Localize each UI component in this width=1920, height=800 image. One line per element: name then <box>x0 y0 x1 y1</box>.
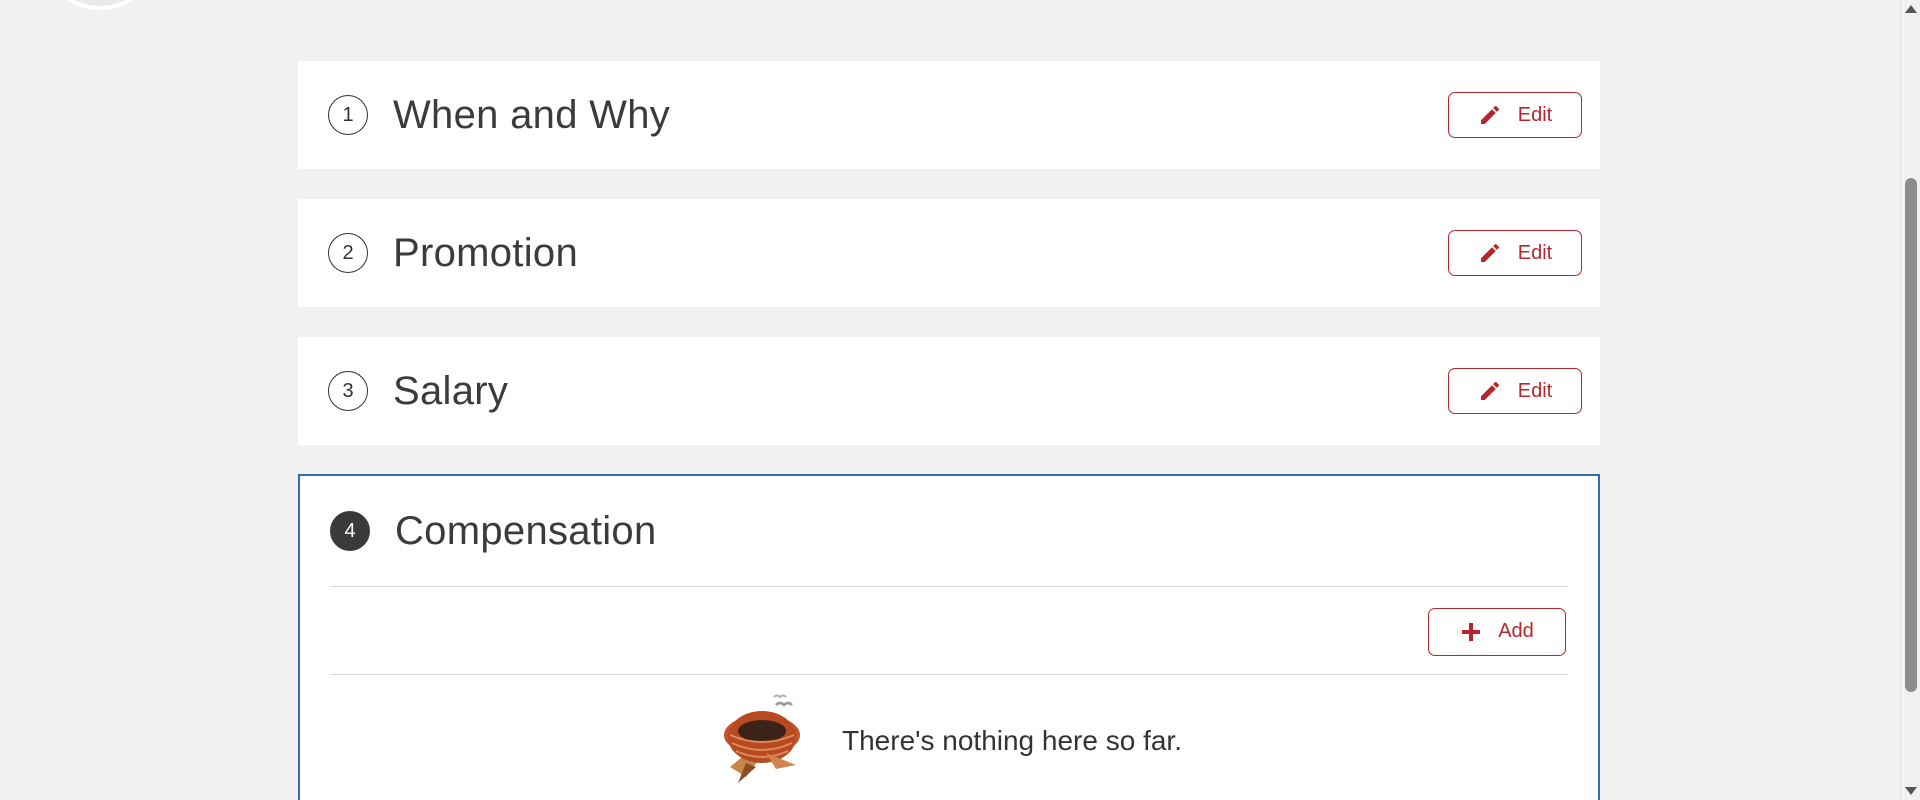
plus-icon <box>1460 621 1482 643</box>
edit-button-label: Edit <box>1517 379 1553 402</box>
section-compensation: 4 Compensation Add There's nothing here … <box>298 474 1600 800</box>
scroll-up-arrow-icon[interactable] <box>1905 5 1917 13</box>
divider <box>330 674 1568 675</box>
add-button-label: Add <box>1498 620 1534 642</box>
section-header: 4 Compensation <box>300 476 1598 586</box>
compensation-toolbar: Add <box>330 589 1568 674</box>
scroll-thumb[interactable] <box>1905 178 1917 692</box>
section-promotion: 2 Promotion Edit <box>298 199 1600 307</box>
section-header: 1 When and Why Edit <box>298 61 1600 169</box>
pencil-icon <box>1478 103 1502 127</box>
step-number: 4 <box>330 511 370 551</box>
scroll-down-arrow-icon[interactable] <box>1905 787 1917 795</box>
step-number: 2 <box>328 233 368 273</box>
empty-nest-icon <box>716 691 812 792</box>
pencil-icon <box>1478 241 1502 265</box>
page: 1 When and Why Edit 2 Promotion Edit 3 S… <box>0 0 1920 800</box>
section-salary: 3 Salary Edit <box>298 337 1600 445</box>
edit-button[interactable]: Edit <box>1448 92 1582 138</box>
divider <box>330 586 1568 587</box>
empty-message: There's nothing here so far. <box>842 725 1182 756</box>
section-title: Compensation <box>395 508 657 553</box>
avatar <box>40 0 160 10</box>
edit-button-label: Edit <box>1517 241 1553 264</box>
add-button[interactable]: Add <box>1428 607 1566 656</box>
edit-button[interactable]: Edit <box>1448 368 1582 414</box>
edit-button[interactable]: Edit <box>1448 230 1582 276</box>
section-title: Salary <box>393 368 509 413</box>
step-number: 1 <box>328 95 368 135</box>
section-header: 3 Salary Edit <box>298 337 1600 445</box>
empty-state: There's nothing here so far. <box>300 686 1598 796</box>
step-number: 3 <box>328 371 368 411</box>
section-title: Promotion <box>393 230 579 275</box>
section-header: 2 Promotion Edit <box>298 199 1600 307</box>
section-when-and-why: 1 When and Why Edit <box>298 61 1600 169</box>
edit-button-label: Edit <box>1517 103 1553 126</box>
section-title: When and Why <box>393 92 671 137</box>
vertical-scrollbar[interactable] <box>1900 0 1920 800</box>
pencil-icon <box>1478 379 1502 403</box>
